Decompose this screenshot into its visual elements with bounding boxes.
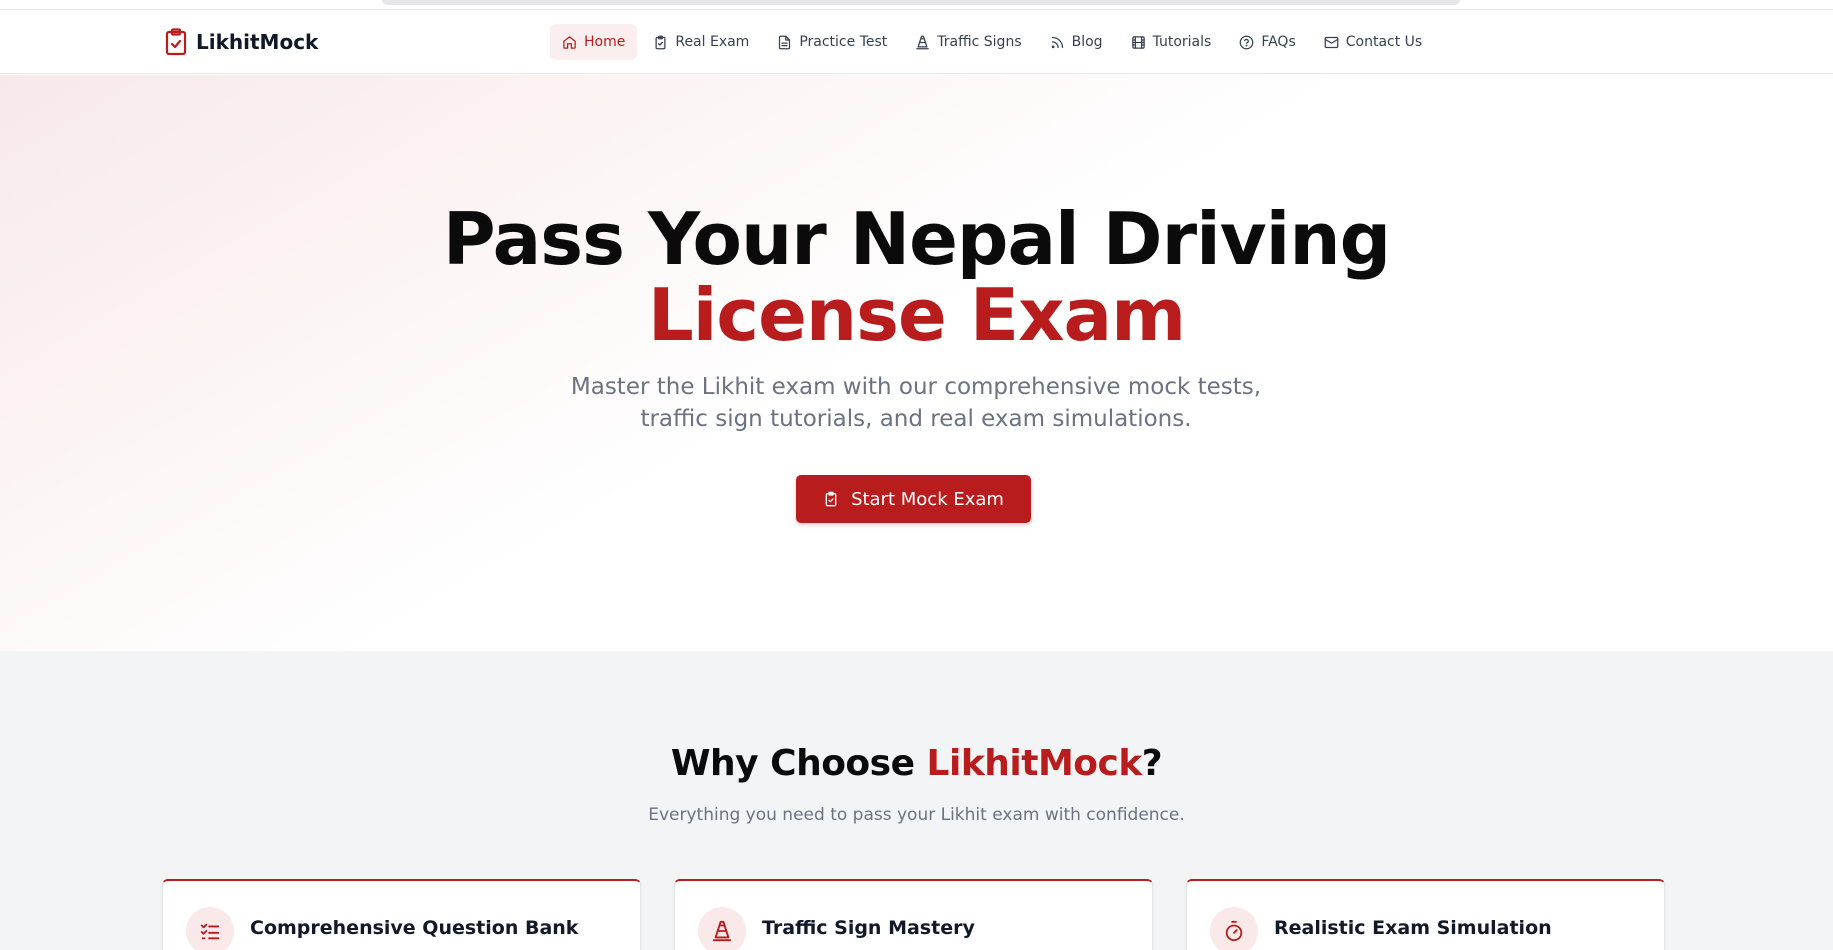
features-title-suffix: ? [1141,743,1163,784]
feature-icon-badge [186,907,234,950]
nav-item-label: Traffic Signs [937,34,1022,50]
nav-item-blog[interactable]: Blog [1038,24,1115,60]
clipboard-check-icon [165,28,187,56]
help-circle-icon [1239,35,1254,49]
nav-item-practice-test[interactable]: Practice Test [765,24,899,60]
file-text-icon [779,35,791,49]
traffic-cone-icon [712,920,732,942]
nav-item-label: FAQs [1261,34,1296,50]
nav-item-tutorials[interactable]: Tutorials [1119,24,1224,60]
nav-item-traffic-signs[interactable]: Traffic Signs [903,24,1033,60]
nav-item-label: Contact Us [1345,34,1423,50]
nav-item-real-exam[interactable]: Real Exam [641,24,761,60]
feature-card-traffic-signs: Traffic Sign Mastery [674,879,1153,950]
brand-logo[interactable]: LikhitMock [164,27,318,57]
home-icon [563,35,576,49]
timer-icon [1225,920,1243,942]
browser-scroll-indicator [382,0,1460,5]
features-title-prefix: Why Choose [670,743,927,784]
clipboard-icon [825,491,837,507]
nav-item-home[interactable]: Home [550,24,638,60]
feature-card-question-bank: Comprehensive Question Bank [162,879,641,950]
hero-title-line1: Pass Your Nepal Driving [442,197,1391,281]
hero-section: Pass Your Nepal Driving License Exam Mas… [0,75,1833,651]
browser-top-strip [0,0,1833,10]
nav-item-label: Blog [1071,34,1103,50]
feature-icon-badge [698,907,746,950]
traffic-cone-icon [916,35,930,49]
nav-item-label: Practice Test [799,34,888,50]
feature-card-exam-simulation: Realistic Exam Simulation [1186,879,1665,950]
nav-item-label: Real Exam [675,34,750,50]
hero-title: Pass Your Nepal Driving License Exam [0,201,1833,353]
nav-item-label: Tutorials [1152,34,1212,50]
navbar: LikhitMock Home Real Exam Practice Test … [0,10,1833,74]
feature-icon-badge [1210,907,1258,950]
mail-icon [1324,36,1339,48]
feature-card-title: Realistic Exam Simulation [1274,917,1552,939]
hero-subtitle: Master the Likhit exam with our comprehe… [570,374,1262,432]
nav-item-faqs[interactable]: FAQs [1227,24,1307,60]
list-checks-icon [200,923,220,940]
nav-item-contact-us[interactable]: Contact Us [1312,24,1434,60]
features-section: Why Choose LikhitMock? Everything you ne… [0,651,1833,950]
film-icon [1131,35,1145,49]
features-subtitle: Everything you need to pass your Likhit … [648,805,1185,825]
hero-title-line2: License Exam [647,273,1186,357]
features-title: Why Choose LikhitMock? [0,743,1833,784]
start-mock-exam-button[interactable]: Start Mock Exam [796,475,1031,523]
brand-name: LikhitMock [196,30,319,54]
nav-menu: Home Real Exam Practice Test Traffic Sig… [550,24,1434,60]
feature-card-title: Comprehensive Question Bank [250,917,579,939]
clipboard-icon [655,35,666,49]
features-title-brand: LikhitMock [926,743,1143,784]
feature-card-title: Traffic Sign Mastery [762,917,975,939]
nav-item-label: Home [584,34,626,50]
cta-label: Start Mock Exam [851,488,1004,510]
rss-icon [1051,36,1063,48]
